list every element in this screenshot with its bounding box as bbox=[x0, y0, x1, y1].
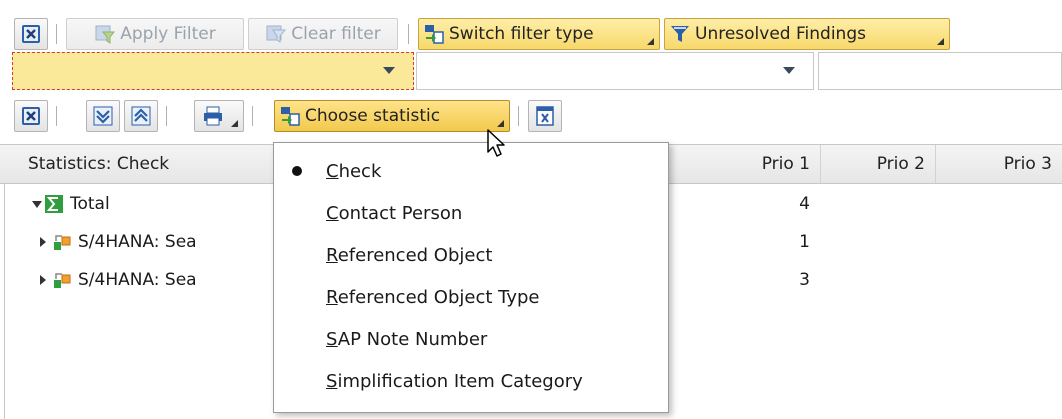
dropdown-arrow-icon[interactable] bbox=[783, 67, 795, 74]
filter-input-3[interactable] bbox=[818, 52, 1062, 90]
close-window-icon bbox=[20, 105, 42, 127]
menu-item-label: Contact Person bbox=[326, 203, 462, 224]
check-category-icon bbox=[52, 232, 72, 257]
row-label: S/4HANA: Sea bbox=[78, 270, 197, 290]
expand-arrow-icon[interactable] bbox=[40, 275, 46, 285]
clear-filter-icon bbox=[265, 23, 287, 45]
prio-1-value: 3 bbox=[799, 270, 810, 290]
column-header-prio-2[interactable]: Prio 2 bbox=[820, 145, 935, 183]
dropdown-caret-icon bbox=[647, 38, 654, 45]
filter-inputs-row bbox=[0, 52, 1062, 90]
collapse-all-icon bbox=[130, 105, 152, 127]
dropdown-arrow-icon[interactable] bbox=[383, 67, 395, 74]
menu-label-rest: AP Note Number bbox=[337, 328, 488, 350]
menu-item-referenced-object[interactable]: Referenced Object bbox=[274, 235, 668, 275]
menu-item-simplification-item-category[interactable]: Simplification Item Category bbox=[274, 361, 668, 401]
expand-all-icon bbox=[92, 105, 114, 127]
toolbar-separator bbox=[252, 106, 253, 126]
collapse-arrow-icon[interactable] bbox=[32, 200, 42, 208]
switch-filter-type-button[interactable]: Switch filter type bbox=[418, 18, 660, 50]
export-spreadsheet-icon bbox=[534, 105, 556, 127]
menu-item-label: SAP Note Number bbox=[326, 329, 487, 350]
choose-statistic-button[interactable]: Choose statistic bbox=[274, 100, 510, 132]
unresolved-findings-label: Unresolved Findings bbox=[695, 24, 866, 44]
menu-mnemonic: S bbox=[326, 370, 338, 392]
mouse-pointer-icon bbox=[486, 128, 508, 158]
switch-filter-type-label: Switch filter type bbox=[449, 24, 594, 44]
apply-filter-label: Apply Filter bbox=[120, 24, 216, 44]
menu-mnemonic: C bbox=[326, 202, 339, 224]
collapse-all-button[interactable] bbox=[124, 100, 158, 132]
apply-filter-icon bbox=[94, 23, 116, 45]
print-button[interactable] bbox=[194, 100, 244, 132]
menu-item-referenced-object-type[interactable]: Referenced Object Type bbox=[274, 277, 668, 317]
menu-label-rest: eferenced Object bbox=[337, 244, 493, 266]
menu-item-sap-note-number[interactable]: SAP Note Number bbox=[274, 319, 668, 359]
apply-filter-button[interactable]: Apply Filter bbox=[66, 18, 244, 50]
menu-item-contact-person[interactable]: Contact Person bbox=[274, 193, 668, 233]
menu-mnemonic: R bbox=[326, 244, 338, 266]
sigma-total-icon bbox=[44, 194, 64, 219]
clear-filter-button[interactable]: Clear filter bbox=[248, 18, 398, 50]
selected-bullet-icon bbox=[292, 166, 302, 176]
menu-item-check[interactable]: Check bbox=[274, 151, 668, 191]
menu-mnemonic: S bbox=[326, 328, 338, 350]
expand-all-button[interactable] bbox=[86, 100, 120, 132]
menu-item-label: Referenced Object Type bbox=[326, 287, 539, 308]
filter-funnel-icon bbox=[669, 23, 691, 45]
menu-item-label: Simplification Item Category bbox=[326, 371, 583, 392]
dropdown-caret-icon bbox=[497, 120, 504, 127]
menu-label-rest: heck bbox=[338, 160, 382, 182]
printer-icon bbox=[202, 105, 224, 127]
filter-select-1[interactable] bbox=[12, 52, 414, 90]
switch-filter-icon bbox=[423, 23, 445, 45]
menu-mnemonic: C bbox=[326, 160, 339, 182]
close-statistics-button[interactable] bbox=[14, 100, 48, 132]
choose-statistic-label: Choose statistic bbox=[305, 106, 441, 126]
dropdown-caret-icon bbox=[937, 38, 944, 45]
close-window-icon bbox=[20, 23, 42, 45]
filter-select-2[interactable] bbox=[416, 52, 814, 90]
prio-1-value: 1 bbox=[799, 232, 810, 252]
menu-label-rest: eferenced Object Type bbox=[337, 286, 540, 308]
switch-view-icon bbox=[279, 105, 301, 127]
toolbar-separator bbox=[166, 106, 167, 126]
export-button[interactable] bbox=[528, 100, 562, 132]
expand-arrow-icon[interactable] bbox=[40, 237, 46, 247]
row-label: Total bbox=[70, 194, 110, 214]
toolbar-separator bbox=[56, 106, 57, 126]
toolbar-separator bbox=[408, 24, 409, 44]
column-header-prio-3[interactable]: Prio 3 bbox=[935, 145, 1062, 183]
choose-statistic-menu: Check Contact Person Referenced Object R… bbox=[273, 142, 669, 413]
unresolved-findings-button[interactable]: Unresolved Findings bbox=[664, 18, 950, 50]
row-label: S/4HANA: Sea bbox=[78, 232, 197, 252]
column-header-prio-1[interactable]: Prio 1 bbox=[668, 145, 820, 183]
menu-item-label: Referenced Object bbox=[326, 245, 492, 266]
prio-1-value: 4 bbox=[799, 194, 810, 214]
toolbar-separator bbox=[518, 106, 519, 126]
menu-label-rest: ontact Person bbox=[338, 202, 463, 224]
check-category-icon bbox=[52, 270, 72, 295]
clear-filter-label: Clear filter bbox=[291, 24, 381, 44]
menu-item-label: Check bbox=[326, 161, 381, 182]
menu-mnemonic: R bbox=[326, 286, 338, 308]
toolbar-separator bbox=[56, 24, 57, 44]
close-filter-button[interactable] bbox=[14, 18, 48, 50]
dropdown-caret-icon bbox=[231, 120, 238, 127]
statistics-header-label: Statistics: Check bbox=[28, 154, 170, 174]
menu-label-rest: implification Item Category bbox=[337, 370, 583, 392]
